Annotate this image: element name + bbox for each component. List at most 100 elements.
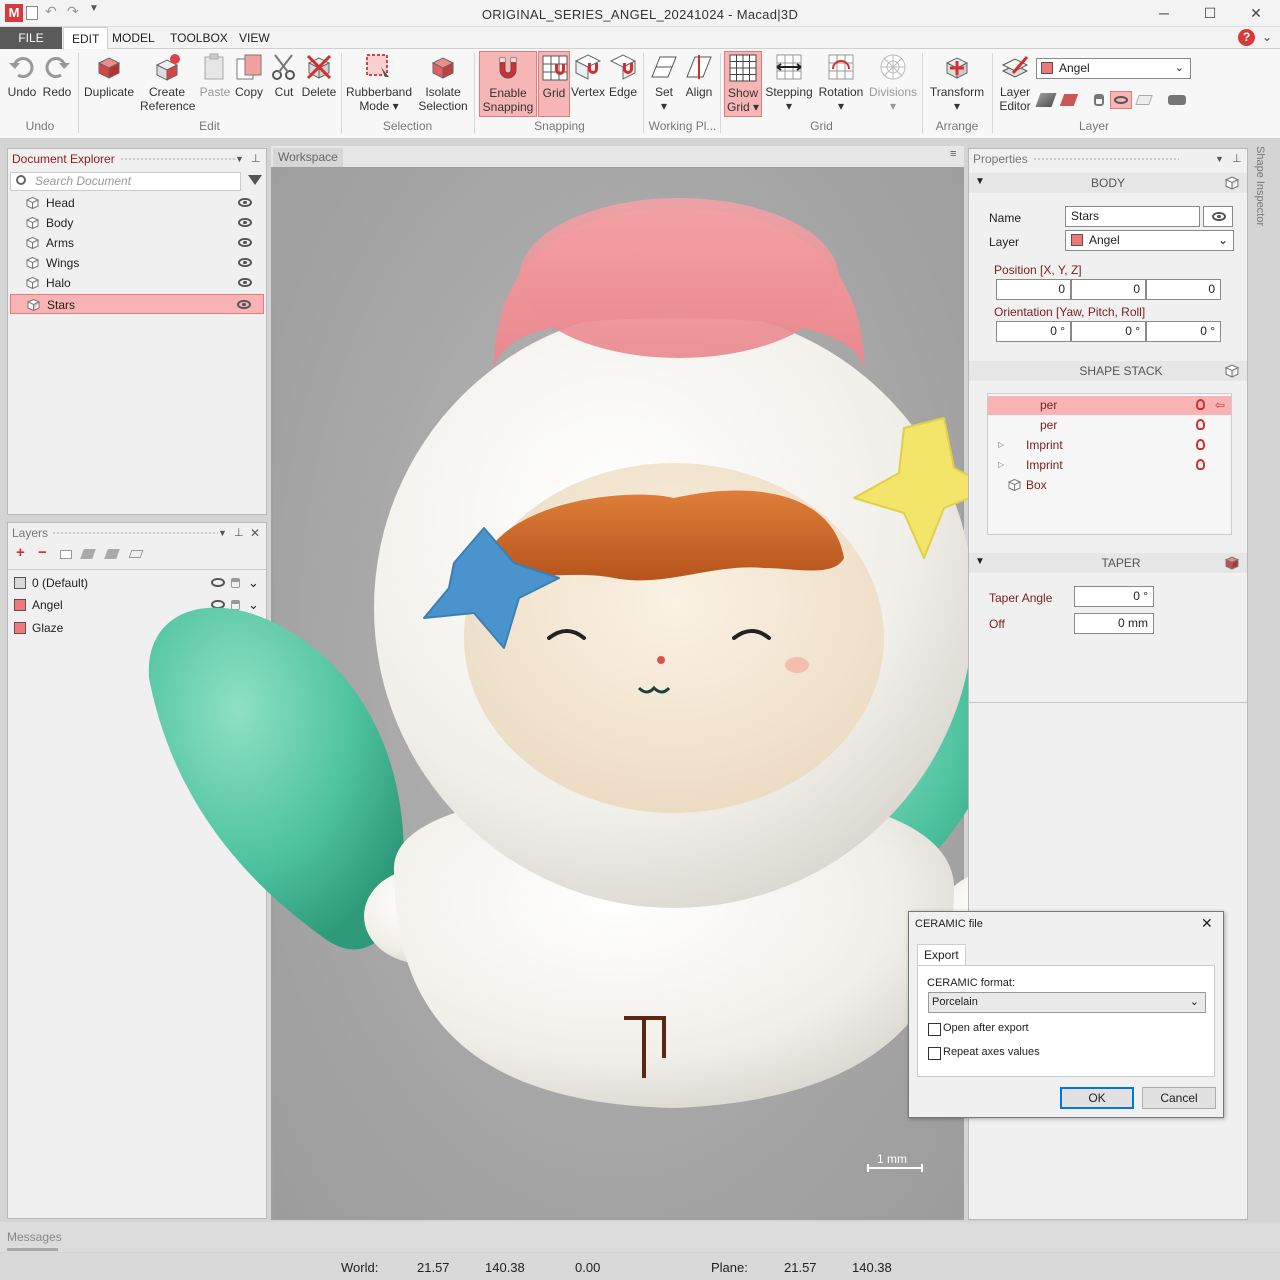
position-x-input[interactable]: 0 <box>996 279 1071 300</box>
minimize-button[interactable]: ─ <box>1150 3 1178 23</box>
dialog-title: CERAMIC file <box>915 918 983 930</box>
name-input[interactable]: Stars <box>1065 206 1200 227</box>
show-grid-button[interactable]: Show Grid ▾ <box>724 51 762 117</box>
duplicate-button[interactable]: Duplicate <box>82 51 136 99</box>
pin-icon[interactable]: ⊥ <box>1232 149 1242 169</box>
set-working-plane-button[interactable]: Set ▾ <box>647 51 681 113</box>
workspace-menu-icon[interactable]: ≡ <box>950 148 956 160</box>
snap-edge-button[interactable]: Edge <box>606 51 640 99</box>
shape-inspector-side-tab[interactable]: Shape Inspector <box>1251 146 1266 249</box>
shape-stack-item[interactable]: per ⇦ <box>988 396 1231 415</box>
position-z-input[interactable]: 0 <box>1146 279 1221 300</box>
snap-vertex-button[interactable]: Vertex <box>571 51 605 99</box>
orientation-roll-input[interactable]: 0 ° <box>1146 321 1221 342</box>
taper-section-header[interactable]: ▼ TAPER <box>969 553 1247 573</box>
ribbon-layer-select[interactable]: Angel ⌄ <box>1036 58 1191 79</box>
tab-toolbox[interactable]: TOOLBOX <box>162 27 236 49</box>
open-after-export-checkbox[interactable] <box>928 1023 941 1036</box>
help-icon[interactable]: ? <box>1238 29 1255 46</box>
paste-button[interactable]: Paste <box>198 51 232 99</box>
taper-offset-input[interactable]: 0 mm <box>1074 613 1154 634</box>
layer-options-icon[interactable] <box>1168 95 1186 105</box>
taper-cube-icon <box>1225 556 1239 570</box>
lock-icon[interactable] <box>1094 94 1104 106</box>
ribbon-collapse-icon[interactable]: ⌄ <box>1262 30 1272 44</box>
panel-menu-icon[interactable]: ▼ <box>1215 149 1224 169</box>
layer-select[interactable]: Angel ⌄ <box>1065 230 1234 251</box>
layer-rename-icon[interactable] <box>60 550 72 559</box>
select-layer-icon[interactable] <box>1059 94 1079 106</box>
transform-button[interactable]: Transform ▾ <box>926 51 988 113</box>
lightbulb-icon[interactable] <box>1196 459 1205 470</box>
tree-item-label: Stars <box>47 298 76 312</box>
workspace-tab[interactable]: Workspace <box>273 148 343 167</box>
shape-stack-item[interactable]: Box <box>988 475 1231 495</box>
expand-icon[interactable]: ▷ <box>998 455 1004 475</box>
taper-angle-input[interactable]: 0 ° <box>1074 586 1154 607</box>
undo-button[interactable]: Undo <box>5 51 39 99</box>
expand-icon[interactable]: ▷ <box>998 435 1004 455</box>
redo-button[interactable]: Redo <box>40 51 74 99</box>
remove-layer-icon[interactable]: − <box>38 544 47 561</box>
3d-viewport[interactable]: 1 mm <box>148 168 1059 1218</box>
lightbulb-icon[interactable] <box>1196 399 1205 410</box>
dialog-close-icon[interactable]: ✕ <box>1201 915 1213 932</box>
messages-tab[interactable]: Messages <box>7 1230 62 1244</box>
tab-edit[interactable]: EDIT <box>63 27 109 50</box>
layer-visibility-icon[interactable] <box>1110 91 1132 109</box>
isolate-selection-button[interactable]: Isolate Selection <box>416 51 470 113</box>
rotation-button[interactable]: Rotation ▾ <box>816 51 866 113</box>
delete-button[interactable]: Delete <box>301 51 337 99</box>
shape-stack-label: per <box>1040 418 1058 432</box>
shape-stack-header[interactable]: SHAPE STACK <box>969 361 1247 381</box>
cut-button[interactable]: Cut <box>268 51 300 99</box>
align-working-plane-button[interactable]: Align <box>682 51 716 99</box>
create-reference-button[interactable]: Create Reference <box>140 51 195 113</box>
layer-stack-icon[interactable] <box>1135 95 1153 105</box>
arrow-left-icon[interactable]: ⇦ <box>1215 396 1225 415</box>
orientation-yaw-input[interactable]: 0 ° <box>996 321 1071 342</box>
tab-file[interactable]: FILE <box>0 27 62 49</box>
divisions-button[interactable]: Divisions ▾ <box>867 51 919 113</box>
body-cube-icon <box>27 299 40 311</box>
close-button[interactable]: ✕ <box>1242 3 1270 23</box>
layer-color-swatch <box>1041 62 1053 74</box>
tree-item-label: Head <box>46 196 75 210</box>
tab-model[interactable]: MODEL <box>104 27 163 49</box>
format-select[interactable]: Porcelain ⌄ <box>928 992 1206 1013</box>
visibility-toggle[interactable] <box>1203 206 1233 227</box>
body-section-header[interactable]: ▼ BODY <box>969 173 1247 193</box>
shape-stack-item[interactable]: ▷ Imprint <box>988 455 1231 475</box>
divisions-icon <box>880 54 906 80</box>
lightbulb-icon[interactable] <box>1196 439 1205 450</box>
position-label: Position [X, Y, Z] <box>994 263 1082 277</box>
layer-color-swatch[interactable] <box>14 622 26 634</box>
lightbulb-icon[interactable] <box>1196 419 1205 430</box>
maximize-button[interactable]: ☐ <box>1196 3 1224 23</box>
enable-snapping-button[interactable]: Enable Snapping <box>479 51 537 117</box>
snap-grid-button[interactable]: Grid <box>538 51 570 117</box>
tab-export[interactable]: Export <box>917 944 966 966</box>
orientation-pitch-input[interactable]: 0 ° <box>1071 321 1146 342</box>
repeat-axes-checkbox[interactable] <box>928 1047 941 1060</box>
ok-button[interactable]: OK <box>1060 1087 1134 1109</box>
move-to-layer-icon[interactable] <box>1035 93 1057 107</box>
shape-stack-item[interactable]: per <box>988 415 1231 435</box>
chevron-down-icon: ⌄ <box>1189 996 1199 1008</box>
panel-menu-icon[interactable]: ▼ <box>235 149 244 169</box>
rubberband-mode-button[interactable]: Rubberband Mode ▾ <box>345 51 413 113</box>
copy-button[interactable]: Copy <box>232 51 266 99</box>
shape-stack-item[interactable]: ▷ Imprint <box>988 435 1231 455</box>
cancel-button[interactable]: Cancel <box>1142 1087 1216 1109</box>
stepping-button[interactable]: Stepping ▾ <box>764 51 814 113</box>
layer-color-swatch[interactable] <box>14 577 26 589</box>
workspace-header: Workspace ≡ <box>271 146 964 167</box>
shape-stack-label: Box <box>1026 478 1047 492</box>
add-layer-icon[interactable]: + <box>16 544 25 561</box>
tab-view[interactable]: VIEW <box>231 27 278 49</box>
pin-icon[interactable]: ⊥ <box>251 149 261 169</box>
layer-color-swatch[interactable] <box>14 599 26 611</box>
document-explorer-header: Document Explorer ▼ ⊥ <box>8 149 266 169</box>
position-y-input[interactable]: 0 <box>1071 279 1146 300</box>
layer-editor-button[interactable]: Layer Editor <box>996 51 1034 113</box>
